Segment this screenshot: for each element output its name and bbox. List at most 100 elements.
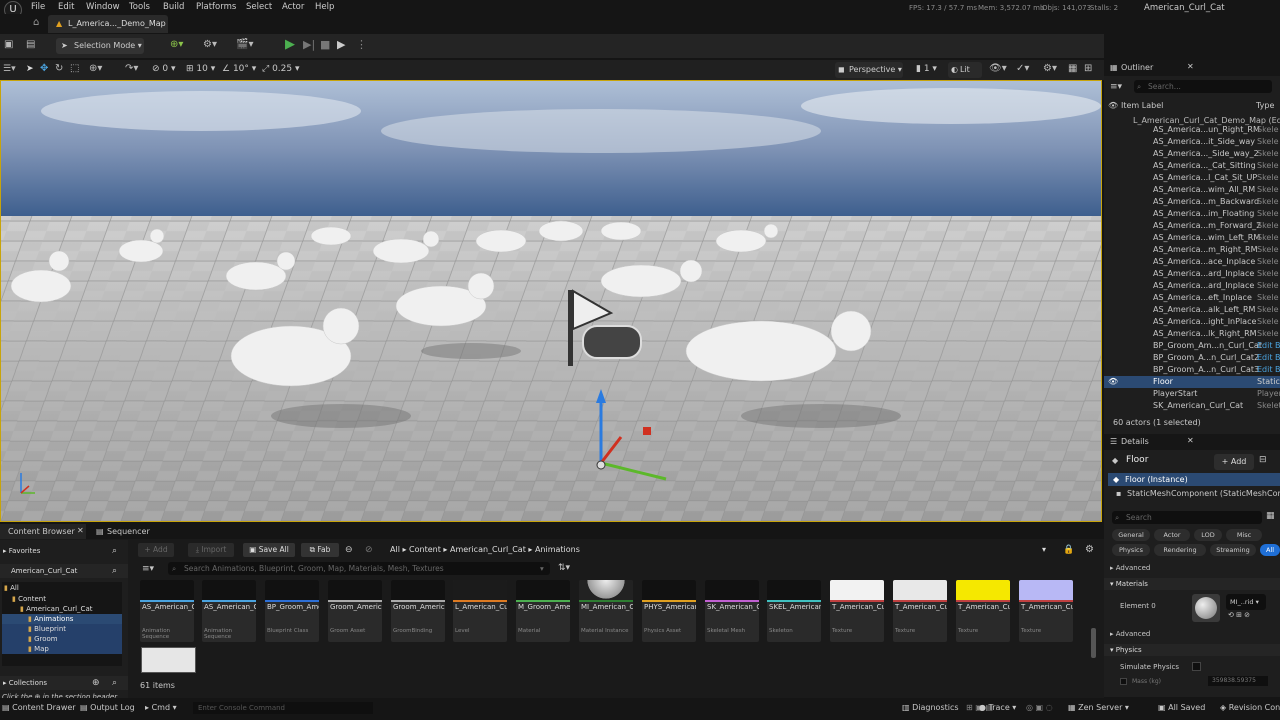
details-title[interactable]: Details [1121, 437, 1149, 446]
level-viewport[interactable] [0, 80, 1102, 522]
home-icon[interactable]: ⌂ [33, 17, 39, 28]
asset-tile[interactable]: T_American_Curl_Cat_AOTexture [830, 580, 884, 642]
filter-icon[interactable]: ≡▾ [1110, 82, 1122, 92]
show-icon[interactable]: 👁▾ [989, 63, 1007, 74]
mass-checkbox[interactable] [1120, 678, 1127, 685]
diagnostics-button[interactable]: ▥ Diagnostics [902, 703, 959, 712]
menu-edit[interactable]: Edit [58, 2, 74, 12]
outliner-row[interactable]: AS_America...m_Forward_2 Skele [1104, 220, 1280, 232]
filter-physics[interactable]: Physics [1112, 544, 1150, 556]
outliner-row[interactable]: SK_American_Curl_Cat Skelet [1104, 400, 1280, 412]
outliner-row[interactable]: AS_America...it_Side_way Skele [1104, 136, 1280, 148]
content-search-input[interactable]: ⌕ Search Animations, Blueprint, Groom, M… [168, 562, 550, 575]
menu-build[interactable]: Build [163, 2, 184, 12]
outliner-row[interactable]: AS_America...alk_Left_RM Skele [1104, 304, 1280, 316]
asset-tile[interactable]: Groom_American_Curl_Cat_SK_GroomBinding [391, 580, 445, 642]
layout-icon[interactable]: ▦ [1068, 63, 1077, 74]
add-collection-icon[interactable]: ⊕ [92, 678, 100, 688]
cinematics-icon[interactable]: 🎬▾ [236, 39, 253, 50]
menu-window[interactable]: Window [86, 2, 120, 12]
filter-general[interactable]: General [1112, 529, 1150, 541]
mass-input[interactable]: 359838.59375 [1208, 676, 1268, 686]
filter-lod[interactable]: LOD [1194, 529, 1222, 541]
advanced-section[interactable]: ▸ Advanced [1110, 564, 1150, 572]
chevron-down-icon[interactable]: ▾ [1042, 543, 1046, 557]
outliner-row[interactable]: AS_America...m_Backward Skele [1104, 196, 1280, 208]
settings-icon[interactable]: ⚙▾ [1043, 63, 1057, 74]
col-item-label[interactable]: Item Label [1121, 101, 1163, 110]
rotate-tool-icon[interactable]: ↻ [55, 63, 63, 74]
rotate-value[interactable]: ⊘ 0 ▾ [152, 64, 176, 74]
stop-icon[interactable]: ■ [320, 38, 330, 51]
filter-rendering[interactable]: Rendering [1154, 544, 1206, 556]
menu-actor[interactable]: Actor [282, 2, 304, 12]
breadcrumb-content[interactable]: Content [409, 545, 441, 554]
tree-blueprint[interactable]: ▮ Blueprint [2, 624, 122, 634]
outliner-row-selected[interactable]: 👁 Floor Static [1104, 376, 1280, 388]
outliner-row[interactable]: AS_America...ard_Inplace Skele [1104, 268, 1280, 280]
outliner-row[interactable]: AS_America...lk_Right_RM Skele [1104, 328, 1280, 340]
asset-tile[interactable]: L_American_Curl_Cat_Demo_MapLevel [453, 580, 507, 642]
asset-tile[interactable]: SK_American_Curl_CatSkeletal Mesh [705, 580, 759, 642]
tree-content[interactable]: ▮ Content [2, 594, 122, 604]
outliner-row[interactable]: AS_America..._Cat_Sitting Skele [1104, 160, 1280, 172]
launch-icon[interactable]: ▶ [337, 38, 345, 51]
add-actor-icon[interactable]: ⊕▾ [170, 39, 183, 50]
filter-streaming[interactable]: Streaming [1210, 544, 1256, 556]
col-type[interactable]: Type [1256, 101, 1274, 110]
search-icon[interactable]: ⌕ [112, 566, 117, 576]
details-actor-name[interactable]: Floor [1126, 455, 1148, 465]
material-thumbnail[interactable] [1192, 594, 1220, 622]
outliner-row[interactable]: BP_Groom_A...n_Curl_Cat2 Edit B [1104, 352, 1280, 364]
outliner-row[interactable]: AS_America...l_Cat_Sit_UP Skele [1104, 172, 1280, 184]
material-browse-icons[interactable]: ⟲ ⊞ ⊘ [1228, 611, 1250, 619]
tree-all[interactable]: ▮ All [2, 582, 122, 594]
favorites-header[interactable]: ▸ Favorites [3, 547, 40, 555]
material-dropdown[interactable]: MI_..rid ▾ [1226, 594, 1266, 610]
browse-icon[interactable]: ▤ [26, 39, 35, 50]
world-space-icon[interactable]: ⊕▾ [89, 63, 102, 74]
close-icon[interactable]: ✕ [77, 526, 84, 535]
outliner-row[interactable]: AS_America...ace_Inplace Skele [1104, 256, 1280, 268]
asset-tile[interactable]: T_American_Curl_Cat_NormalTexture [1019, 580, 1073, 642]
asset-tile[interactable]: T_American_Curl_Cat_Metallic_Texture [956, 580, 1010, 642]
realtime-icon[interactable]: ✓▾ [1016, 63, 1029, 74]
menu-file[interactable]: File [31, 2, 45, 12]
asset-tile[interactable]: SKEL_American_Curl_CatSkeleton [767, 580, 821, 642]
import-button[interactable]: ⤓ Import [188, 543, 234, 557]
close-icon[interactable]: ✕ [1187, 62, 1194, 71]
save-all-button[interactable]: ▣ Save All [243, 543, 295, 557]
translate-tool-icon[interactable]: ✥ [40, 63, 48, 74]
output-log-button[interactable]: ▤ Output Log [80, 703, 135, 712]
zen-server-dropdown[interactable]: ▦ Zen Server ▾ [1068, 703, 1129, 712]
filter-misc[interactable]: Misc [1226, 529, 1262, 541]
filter-actor[interactable]: Actor [1154, 529, 1190, 541]
outliner-title[interactable]: Outliner [1121, 63, 1153, 72]
revision-control-button[interactable]: ◈ Revision Con [1220, 703, 1280, 712]
outliner-row[interactable]: AS_America...eft_Inplace Skele [1104, 292, 1280, 304]
filter-all[interactable]: All [1260, 544, 1280, 556]
outliner-row[interactable]: BP_Groom_Am...n_Curl_Cat Edit B [1104, 340, 1280, 352]
selection-mode-dropdown[interactable]: ➤ Selection Mode ▾ [56, 38, 144, 54]
details-component-row[interactable]: ▪ StaticMeshComponent (StaticMeshCor [1116, 488, 1280, 500]
details-search-input[interactable]: ⌕ Search [1112, 511, 1262, 524]
save-icon[interactable]: ▣ [4, 39, 13, 50]
trace-icons[interactable]: ◎ ▣ ◌ [1026, 703, 1053, 712]
breadcrumb-all[interactable]: All [390, 545, 400, 554]
tree-groom[interactable]: ▮ Groom [2, 634, 122, 644]
outliner-search-input[interactable]: ⌕ Search... [1134, 80, 1272, 93]
asset-tile-texture-partial[interactable] [141, 647, 196, 673]
outliner-row[interactable]: AS_America..._Side_way_2 Skele [1104, 148, 1280, 160]
asset-tile[interactable]: Groom_American_Curl_CatGroom Asset [328, 580, 382, 642]
outliner-row[interactable]: PlayerStart Player [1104, 388, 1280, 400]
chevron-down-icon[interactable]: ▾ [540, 562, 544, 575]
tree-animations[interactable]: ▮ Animations [2, 614, 122, 624]
asset-tile[interactable]: BP_Groom_American_Curl_CatBlueprint Clas… [265, 580, 319, 642]
all-saved-status[interactable]: ▣ All Saved [1158, 703, 1205, 712]
outliner-row[interactable]: AS_America...ight_InPlace Skele [1104, 316, 1280, 328]
scale-snap[interactable]: ⤢ 0.25 ▾ [262, 64, 300, 74]
tab-sequencer[interactable]: Sequencer [107, 527, 150, 536]
tab-content-browser[interactable]: Content Browser [0, 524, 86, 539]
outliner-row[interactable]: AS_America...m_Right_RM Skele [1104, 244, 1280, 256]
materials-section[interactable]: ▾ Materials [1104, 578, 1280, 590]
